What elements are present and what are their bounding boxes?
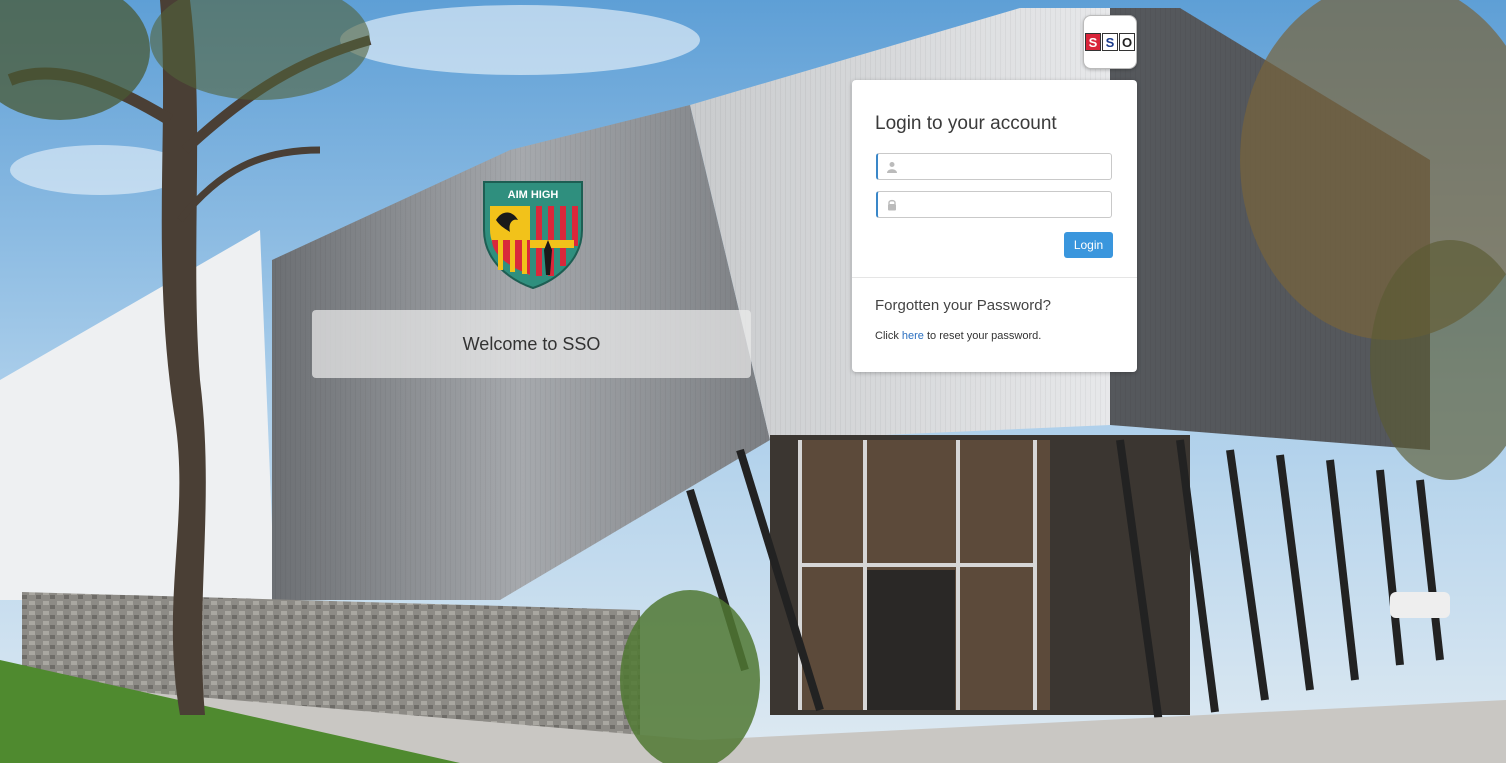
- logo-letter-o: O: [1119, 33, 1135, 51]
- login-panel: Login to your account Login Forgotten yo…: [852, 80, 1137, 372]
- lock-icon: [888, 199, 896, 211]
- forgot-prefix: Click: [875, 330, 902, 342]
- password-field[interactable]: [876, 191, 1112, 218]
- panel-divider: [852, 277, 1137, 278]
- sso-logo: S S O: [1083, 15, 1137, 69]
- user-icon: [887, 162, 897, 173]
- forgot-suffix: to reset your password.: [923, 330, 1042, 342]
- crest-motto: AIM HIGH: [508, 189, 559, 201]
- forgot-password-title: Forgotten your Password?: [875, 297, 1051, 314]
- forgot-password-text: Click here to reset your password.: [875, 330, 1041, 342]
- welcome-banner: Welcome to SSO: [312, 310, 751, 378]
- username-field[interactable]: [876, 153, 1112, 180]
- school-crest-logo: AIM HIGH: [483, 181, 583, 290]
- logo-letter-s1: S: [1085, 33, 1101, 51]
- username-input[interactable]: [902, 156, 1111, 179]
- password-input[interactable]: [902, 194, 1111, 217]
- login-button[interactable]: Login: [1064, 232, 1113, 258]
- logo-letter-s2: S: [1102, 33, 1118, 51]
- welcome-text: Welcome to SSO: [462, 333, 601, 354]
- sso-logo-letters: S S O: [1085, 33, 1135, 51]
- background-photo: [0, 0, 1506, 763]
- login-title: Login to your account: [875, 113, 1057, 134]
- reset-password-link[interactable]: here: [902, 330, 924, 342]
